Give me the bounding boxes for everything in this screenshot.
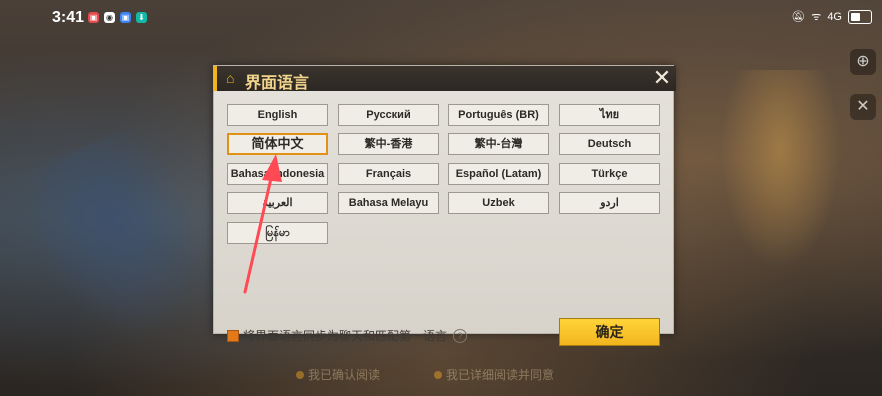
app-white-icon: ◉ [104, 12, 115, 23]
sync-language-row: 将界面语言同步为聊天和匹配第一语言 ? [227, 327, 468, 344]
status-time: 3:41 [52, 9, 85, 26]
signal-icon: 4G [827, 10, 842, 23]
sync-language-checkbox[interactable] [227, 329, 239, 342]
language-option[interactable]: Bahasa Indonesia [227, 163, 328, 185]
app-teal-icon: ⬇ [136, 12, 147, 23]
language-option[interactable]: Español (Latam) [448, 163, 549, 185]
language-option[interactable]: 繁中-香港 [338, 133, 439, 155]
language-option[interactable]: English [227, 104, 328, 126]
language-option[interactable]: Uzbek [448, 192, 549, 214]
language-dialog: ⌂ 界面语言 ✕ English Русский Português (BR) ไทย… [213, 65, 676, 346]
language-option[interactable]: Русский [338, 104, 439, 126]
language-option[interactable]: 简体中文 [227, 133, 328, 155]
language-option[interactable]: 繁中-台灣 [448, 133, 549, 155]
dialog-body: English Русский Português (BR) ไทย 简体中文 繁中-香港… [214, 91, 673, 346]
globe-icon[interactable]: ⊕ [850, 49, 876, 75]
background-character-right [720, 70, 840, 270]
app-blue-icon: ▣ [120, 12, 131, 23]
tools-icon[interactable]: ✕ [850, 94, 876, 120]
background-agree-text-left: 我已确认阅读 [296, 366, 380, 383]
close-button[interactable]: ✕ [651, 67, 673, 89]
language-option[interactable]: ไทย [559, 104, 660, 126]
language-option[interactable]: Português (BR) [448, 104, 549, 126]
status-right-icons: 🔕︎ ᯤ 4G [791, 9, 872, 24]
background-agree-text-right: 我已详细阅读并同意 [434, 366, 554, 383]
language-option[interactable]: Türkçe [559, 163, 660, 185]
dialog-title: 界面语言 [245, 75, 310, 92]
language-option[interactable]: العربية [227, 192, 328, 214]
app-red-icon: ▣ [88, 12, 99, 23]
confirm-button[interactable]: 确定 [559, 318, 660, 346]
help-icon[interactable]: ? [453, 328, 468, 343]
language-option[interactable]: Deutsch [559, 133, 660, 155]
battery-icon [848, 9, 872, 24]
status-bar: 3:41 ▣ ◉ ▣ ⬇ 🔕︎ ᯤ 4G [0, 0, 882, 36]
language-icon: ⌂ [226, 70, 235, 86]
mute-icon: 🔕︎ [791, 11, 806, 23]
language-option[interactable]: اردو [559, 192, 660, 214]
dialog-header: ⌂ 界面语言 ✕ [214, 66, 676, 92]
sync-language-label: 将界面语言同步为聊天和匹配第一语言 [243, 329, 448, 343]
language-option[interactable]: မြန်မာ [227, 222, 328, 244]
language-option[interactable]: Français [338, 163, 439, 185]
wifi-icon: ᯤ [811, 11, 822, 23]
language-option[interactable]: Bahasa Melayu [338, 192, 439, 214]
